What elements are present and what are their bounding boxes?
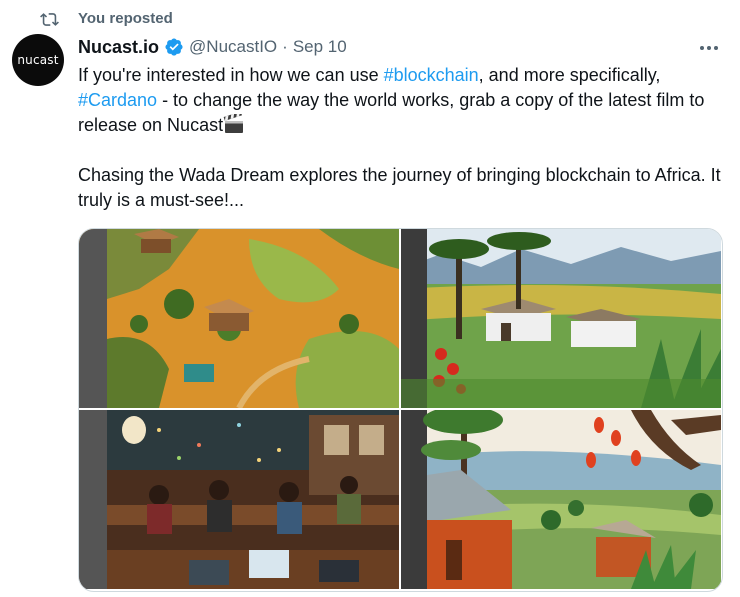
author-handle[interactable]: @NucastIO (189, 37, 277, 57)
tweet-text-part: If you're interested in how we can use (78, 65, 384, 85)
clapper-board-icon (223, 114, 244, 133)
more-options-icon[interactable] (697, 38, 721, 58)
repost-label: You reposted (78, 10, 173, 27)
tweet-text-part: , and more specifically, (478, 65, 661, 85)
media-image-aerial-village[interactable] (79, 229, 399, 408)
verified-badge-icon[interactable] (164, 37, 184, 57)
separator-dot: · (282, 37, 288, 56)
tweet-date[interactable]: Sep 10 (293, 37, 347, 57)
hashtag-blockchain-link[interactable]: #blockchain (384, 65, 479, 85)
aerial-village-image (79, 229, 399, 408)
classroom-laptops-image (79, 410, 399, 589)
avatar[interactable]: nucast (12, 34, 64, 86)
hashtag-cardano-link[interactable]: #Cardano (78, 90, 157, 110)
repost-indicator (40, 9, 59, 29)
media-image-classroom[interactable] (79, 410, 399, 589)
tweet-text-part: - to change the way the world works, gra… (78, 90, 705, 135)
media-image-huts-landscape[interactable] (401, 229, 721, 408)
tweet-header: Nucast.io @NucastIO · Sep 10 (78, 36, 347, 58)
tweet-text: If you're interested in how we can use #… (78, 63, 728, 213)
tweet-paragraph-1: If you're interested in how we can use #… (78, 63, 728, 138)
huts-landscape-image (401, 229, 721, 408)
repost-icon (40, 12, 59, 26)
display-name[interactable]: Nucast.io (78, 37, 159, 58)
tweet-paragraph-2: Chasing the Wada Dream explores the jour… (78, 165, 721, 210)
red-house-landscape-image (401, 410, 721, 589)
media-image-red-house-landscape[interactable] (401, 410, 721, 589)
avatar-text: nucast (17, 53, 59, 67)
media-grid (78, 228, 723, 592)
